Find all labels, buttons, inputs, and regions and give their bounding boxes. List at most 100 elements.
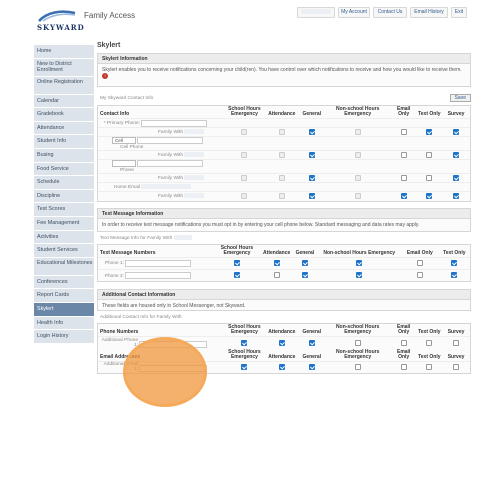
sidebar-item-report-cards[interactable]: Report Cards [34, 289, 94, 303]
checkbox[interactable] [308, 151, 315, 158]
checkbox[interactable] [308, 128, 315, 135]
checkbox[interactable] [453, 128, 460, 135]
table-row: Family With [98, 127, 470, 137]
cell-phone-label: Cell Phone [120, 145, 144, 150]
checkbox[interactable] [451, 259, 458, 266]
col-text-only: Text Only [418, 111, 441, 117]
checkbox[interactable] [356, 272, 363, 279]
sidebar-item-attendance[interactable]: Attendance [34, 121, 94, 136]
sidebar-item-health-info[interactable]: Health Info [34, 316, 94, 331]
checkbox[interactable] [453, 193, 460, 200]
checkbox[interactable] [273, 259, 280, 266]
phone-1-input[interactable] [125, 259, 192, 267]
checkbox[interactable] [308, 339, 315, 346]
checkbox[interactable] [426, 128, 433, 135]
checkbox[interactable] [308, 193, 315, 200]
checkbox[interactable] [400, 174, 407, 181]
sidebar-item-skylert[interactable]: Skylert [34, 302, 94, 317]
checkbox[interactable] [308, 364, 315, 371]
cell-phone-input[interactable] [137, 137, 204, 144]
sidebar-item-test-scores[interactable]: Test Scores [34, 203, 94, 217]
phone-2-input[interactable] [125, 271, 192, 279]
sidebar-item-educational-milestones[interactable]: Educational Milestones [34, 257, 94, 276]
checkbox[interactable] [416, 272, 423, 279]
nav-email-history[interactable]: Email History [410, 7, 448, 18]
phone-type-select-2[interactable] [112, 160, 136, 167]
checkbox[interactable] [426, 151, 433, 158]
checkbox[interactable] [241, 128, 248, 135]
checkbox[interactable] [453, 364, 460, 371]
sidebar-item-calendar[interactable]: Calendar [34, 94, 94, 109]
primary-phone-label: * Primary Phone: [103, 121, 140, 127]
sidebar-item-new-to-district[interactable]: New to District Enrollment [34, 58, 94, 77]
phone-input[interactable] [137, 160, 204, 167]
checkbox[interactable] [354, 364, 361, 371]
checkbox[interactable] [241, 151, 248, 158]
checkbox[interactable] [356, 259, 363, 266]
checkbox[interactable] [308, 174, 315, 181]
sidebar-item-fee-management[interactable]: Fee Management [34, 216, 94, 231]
checkbox[interactable] [400, 364, 407, 371]
sidebar-item-student-services[interactable]: Student Services [34, 244, 94, 258]
checkbox[interactable] [301, 272, 308, 279]
checkbox[interactable] [241, 193, 248, 200]
checkbox[interactable] [241, 339, 248, 346]
checkbox[interactable] [400, 151, 407, 158]
checkbox[interactable] [400, 193, 407, 200]
sidebar-item-student-info[interactable]: Student Info [34, 135, 94, 149]
text-col-general: General [295, 249, 315, 256]
sidebar-item-busing[interactable]: Busing [34, 148, 94, 163]
checkbox[interactable] [426, 339, 433, 346]
sidebar-item-conferences[interactable]: Conferences [34, 275, 94, 290]
nav-contact-us[interactable]: Contact Us [373, 7, 407, 18]
nav-my-account[interactable]: My Account [338, 7, 370, 18]
col-survey: Survey [447, 111, 465, 117]
checkbox[interactable] [426, 174, 433, 181]
checkbox[interactable] [278, 128, 285, 135]
checkbox[interactable] [453, 339, 460, 346]
sidebar-item-home[interactable]: Home [34, 45, 94, 59]
checkbox[interactable] [278, 151, 285, 158]
checkbox[interactable] [354, 193, 361, 200]
email-col-email-only: Email Only [396, 348, 411, 360]
nav-exit[interactable]: Exit [451, 7, 467, 18]
checkbox[interactable] [354, 339, 361, 346]
add-col-general: General [302, 329, 322, 335]
checkbox[interactable] [278, 193, 285, 200]
text-col-non-school: Non-school Hours Emergency [323, 249, 396, 256]
sidebar-item-online-registration[interactable]: Online Registration [34, 76, 94, 95]
skylert-info-text: Skylert enables you to receive notificat… [102, 67, 462, 73]
primary-phone-input[interactable] [141, 119, 208, 127]
checkbox[interactable] [241, 364, 248, 371]
checkbox[interactable] [301, 259, 308, 266]
checkbox[interactable] [354, 174, 361, 181]
checkbox[interactable] [451, 272, 458, 279]
checkbox[interactable] [278, 174, 285, 181]
checkbox[interactable] [278, 339, 285, 346]
phone-type-select[interactable]: Cell [112, 137, 136, 144]
col-general: General [302, 111, 322, 117]
skylert-info-panel: Skylert Information Skylert enables you … [97, 53, 471, 87]
checkbox[interactable] [233, 259, 240, 266]
checkbox[interactable] [400, 339, 407, 346]
sidebar-item-food-service[interactable]: Food Service [34, 162, 94, 177]
add-col-survey: Survey [447, 329, 465, 335]
sidebar-item-login-history[interactable]: Login History [34, 330, 94, 344]
sidebar-item-discipline[interactable]: Discipline [34, 189, 94, 204]
checkbox[interactable] [453, 151, 460, 158]
checkbox[interactable] [241, 174, 248, 181]
checkbox[interactable] [426, 364, 433, 371]
checkbox[interactable] [278, 364, 285, 371]
checkbox[interactable] [273, 272, 280, 279]
sidebar-item-activities[interactable]: Activities [34, 230, 94, 245]
sidebar-item-gradebook[interactable]: Gradebook [34, 108, 94, 122]
save-button[interactable]: Save [449, 94, 471, 102]
checkbox[interactable] [354, 151, 361, 158]
sidebar-item-schedule[interactable]: Schedule [34, 176, 94, 190]
checkbox[interactable] [453, 174, 460, 181]
checkbox[interactable] [354, 128, 361, 135]
checkbox[interactable] [426, 193, 433, 200]
checkbox[interactable] [416, 259, 423, 266]
checkbox[interactable] [400, 128, 407, 135]
checkbox[interactable] [233, 272, 240, 279]
